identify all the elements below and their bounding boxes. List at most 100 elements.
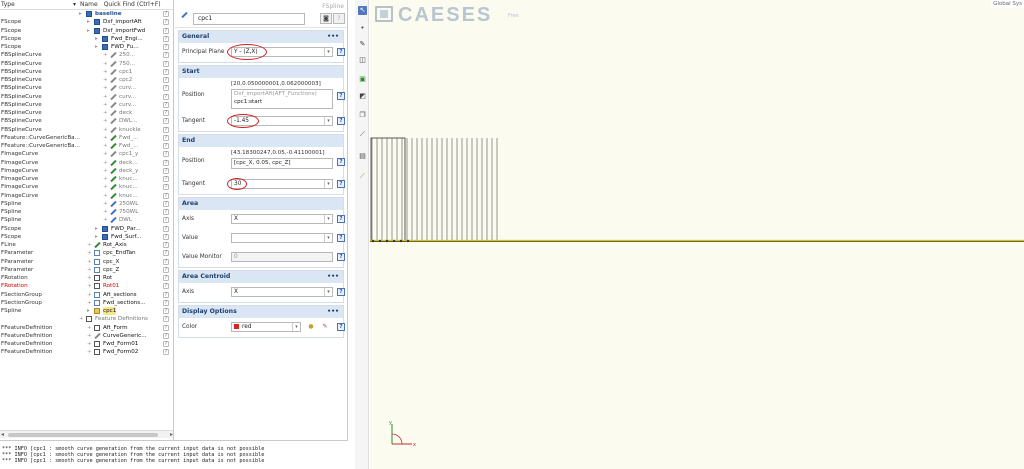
expand-toggle-icon[interactable]: + [103, 117, 108, 125]
row-help-icon[interactable]: ? [163, 341, 169, 347]
expand-toggle-icon[interactable]: + [103, 159, 108, 167]
expand-toggle-icon[interactable]: + [87, 340, 92, 348]
row-help-icon[interactable]: ? [163, 85, 169, 92]
tree-row[interactable]: FBSplineCurve +250...? [0, 51, 173, 59]
row-help-icon[interactable]: ? [163, 283, 169, 290]
tree-row[interactable]: FScope ▸ Fwd_Surf...? [0, 233, 173, 241]
expand-toggle-icon[interactable]: + [103, 134, 108, 142]
help-icon[interactable]: ? [337, 180, 345, 188]
tree-row[interactable]: FBSplineCurve + curv...? [0, 84, 173, 92]
camera-tool-icon[interactable]: ◩ [358, 92, 367, 101]
tree-row[interactable]: FImageCurve + deck...? [0, 159, 173, 167]
help-icon[interactable]: ? [337, 215, 345, 223]
tree-row[interactable]: FScope ▸ FWD_Par...? [0, 225, 173, 233]
chevron-down-icon[interactable]: ▾ [324, 234, 332, 242]
select-tool-icon[interactable]: ↖ [358, 6, 367, 15]
row-help-icon[interactable]: ? [163, 316, 169, 323]
scroll-thumb[interactable] [8, 433, 158, 437]
chevron-down-icon[interactable]: ▾ [292, 323, 300, 331]
row-help-icon[interactable]: ? [163, 184, 169, 191]
row-help-icon[interactable]: ? [163, 19, 169, 26]
row-help-icon[interactable]: ? [163, 200, 169, 207]
expand-toggle-icon[interactable]: + [103, 200, 108, 208]
row-help-icon[interactable]: ? [163, 68, 169, 75]
expand-toggle-icon[interactable]: + [103, 175, 108, 183]
scroll-left-icon[interactable]: ◂ [1, 431, 4, 438]
row-help-icon[interactable]: ? [163, 101, 169, 108]
row-help-icon[interactable]: ? [163, 291, 169, 298]
help-icon[interactable]: ? [337, 253, 345, 261]
help-icon[interactable]: ? [337, 158, 345, 166]
row-help-icon[interactable]: ? [163, 192, 169, 199]
row-help-icon[interactable]: ? [163, 225, 169, 232]
expand-toggle-icon[interactable]: ▸ [95, 35, 98, 43]
tree-row[interactable]: FFeatureDefinition + CurveGeneric...? [0, 332, 173, 340]
row-help-icon[interactable]: ? [163, 11, 169, 17]
row-help-icon[interactable]: ? [163, 159, 169, 166]
row-help-icon[interactable]: ? [163, 52, 169, 59]
tree-row[interactable]: FImageCurve + knuc...? [0, 192, 173, 200]
help-icon[interactable]: ? [337, 48, 345, 56]
expand-toggle-icon[interactable]: + [87, 266, 92, 274]
measure-tool-icon[interactable]: ⟋ [358, 130, 367, 139]
help-button[interactable]: ? [333, 13, 345, 24]
row-help-icon[interactable]: ? [163, 332, 169, 339]
chevron-down-icon[interactable]: ▾ [324, 288, 332, 296]
tree-row[interactable]: + Feature Definitions? [0, 315, 173, 323]
section-menu-icon[interactable]: ••• [327, 31, 339, 43]
area-value-input[interactable]: ▾ [231, 233, 333, 243]
row-help-icon[interactable]: ? [163, 27, 169, 34]
tree-row[interactable]: FImageCurve + knuc...? [0, 183, 173, 191]
color-select[interactable]: red ▾ [231, 322, 301, 332]
quick-find-label[interactable]: Quick Find (Ctrl+F) [104, 1, 161, 8]
expand-toggle-icon[interactable]: ▸ [95, 225, 98, 233]
row-help-icon[interactable]: ? [163, 242, 169, 248]
expand-toggle-icon[interactable]: + [103, 109, 108, 117]
start-position-input[interactable]: Dxf_importAft(AFT_Functions) cpc1:start [231, 89, 333, 109]
row-help-icon[interactable]: ? [163, 217, 169, 224]
tree-row[interactable]: FFeatureDefinition + Fwd_Form02? [0, 348, 173, 356]
section-area-header[interactable]: Area [179, 198, 343, 210]
screenshot-button[interactable]: ◙ [320, 13, 332, 24]
section-menu-icon[interactable]: ••• [327, 271, 339, 283]
palette-icon[interactable]: ● [307, 323, 315, 331]
expand-toggle-icon[interactable]: ▸ [87, 18, 90, 26]
object-name-field[interactable]: cpc1 [193, 13, 305, 25]
expand-toggle-icon[interactable]: + [103, 183, 108, 191]
tree-row[interactable]: FBSplineCurve + deck? [0, 109, 173, 117]
area-axis-select[interactable]: X ▾ [231, 214, 333, 224]
row-help-icon[interactable]: ? [163, 35, 169, 42]
tree-row[interactable]: FSectionGroup + Aft_sections? [0, 291, 173, 299]
row-help-icon[interactable]: ? [163, 93, 169, 100]
scroll-right-icon[interactable]: ▸ [170, 431, 173, 438]
section-end-header[interactable]: End [179, 135, 343, 147]
expand-toggle-icon[interactable]: + [103, 51, 108, 59]
section-start-header[interactable]: Start [179, 66, 343, 78]
add-tool-icon[interactable]: ▣ [358, 75, 367, 84]
expand-toggle-icon[interactable]: + [87, 241, 92, 249]
row-help-icon[interactable]: ? [163, 324, 169, 331]
help-icon[interactable]: ? [337, 323, 345, 331]
tree-row[interactable]: FRotation + Rot01? [0, 282, 173, 290]
layers-tool-icon[interactable]: ❐ [358, 111, 367, 120]
curve-tool-icon[interactable]: ⟋ [358, 172, 367, 181]
tree-row[interactable]: FScope ▸ FWD_Fu...? [0, 43, 173, 51]
row-help-icon[interactable]: ? [163, 250, 169, 257]
tree-row[interactable]: FBSplineCurve + DWL...? [0, 117, 173, 125]
chevron-down-icon[interactable]: ▾ [324, 215, 332, 223]
expand-toggle-icon[interactable]: ▸ [79, 10, 82, 18]
row-help-icon[interactable]: ? [163, 299, 169, 306]
tree-row[interactable]: FImageCurve + deck_y? [0, 167, 173, 175]
expand-toggle-icon[interactable]: + [87, 324, 92, 332]
row-help-icon[interactable]: ? [163, 275, 169, 281]
tree-row[interactable]: FFeature::CurveGenericBa... + Fwd_...? [0, 142, 173, 150]
tree-row[interactable]: FImageCurve + knuc...? [0, 175, 173, 183]
expand-toggle-icon[interactable]: ▸ [95, 43, 98, 51]
row-help-icon[interactable]: ? [163, 167, 169, 174]
row-help-icon[interactable]: ? [163, 258, 169, 265]
help-icon[interactable]: ? [337, 234, 345, 242]
tree-horizontal-scrollbar[interactable]: ◂ ▸ [0, 430, 173, 438]
tree-row[interactable]: FSpline +750WL? [0, 208, 173, 216]
expand-toggle-icon[interactable]: + [79, 315, 84, 323]
tree-row[interactable]: ▸ baseline? [0, 10, 173, 18]
